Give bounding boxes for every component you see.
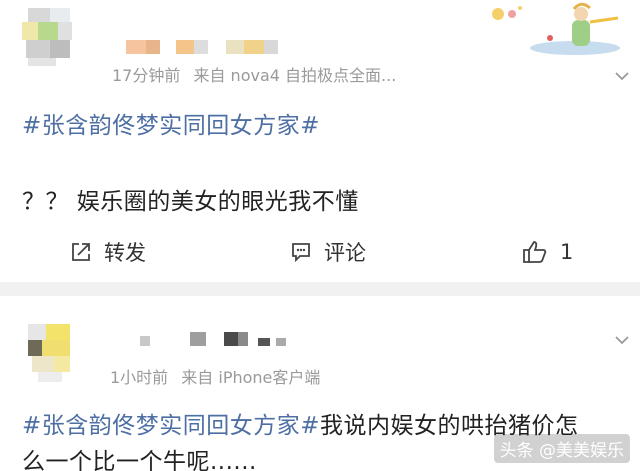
hashtag-link[interactable]: #张含韵佟梦实同回女方家# — [22, 413, 320, 439]
post-actions: 转发 评论 1 — [0, 232, 640, 272]
post-meta: 1小时前 来自 iPhone客户端 — [110, 364, 328, 388]
hashtag-link[interactable]: #张含韵佟梦实同回女方家# — [22, 113, 320, 139]
post-body-line: ？？ 娱乐圈的美女的眼光我不懂 — [22, 189, 359, 215]
repost-icon — [72, 243, 90, 261]
watermark: 头条 @美美娱乐 — [493, 434, 630, 463]
post-source: 来自 iPhone客户端 — [181, 368, 321, 387]
weibo-post-card: 17分钟前 来自 nova4 自拍极点全面... #张含韵佟梦实同回女方家# ？… — [0, 0, 640, 282]
weibo-post-card: 1小时前 来自 iPhone客户端 #张含韵佟梦实同回女方家#我说内娱女的哄抬猪… — [0, 296, 640, 471]
avatar[interactable] — [22, 8, 72, 66]
like-icon — [523, 241, 547, 263]
comment-label: 评论 — [324, 241, 366, 265]
avatar[interactable] — [28, 324, 78, 384]
username-blurred[interactable] — [140, 332, 300, 346]
post-time: 1小时前 — [110, 368, 169, 387]
post-body-line: #张含韵佟梦实同回女方家# — [22, 106, 320, 140]
like-button[interactable]: 1 — [522, 232, 573, 272]
chevron-down-icon[interactable] — [614, 68, 630, 84]
comment-icon — [292, 243, 310, 263]
post-meta: 17分钟前 来自 nova4 自拍极点全面... — [112, 62, 404, 86]
repost-label: 转发 — [104, 241, 146, 265]
post-body-line: 么一个比一个牛呢...... — [22, 449, 257, 471]
like-count: 1 — [560, 240, 574, 264]
comment-button[interactable]: 评论 — [290, 232, 366, 272]
post-time: 17分钟前 — [112, 66, 181, 85]
repost-button[interactable]: 转发 — [70, 232, 146, 272]
chevron-down-icon[interactable] — [614, 332, 630, 348]
decoration-sticker — [480, 0, 630, 60]
post-source: 来自 nova4 自拍极点全面... — [193, 66, 397, 85]
username-blurred[interactable] — [118, 40, 288, 54]
